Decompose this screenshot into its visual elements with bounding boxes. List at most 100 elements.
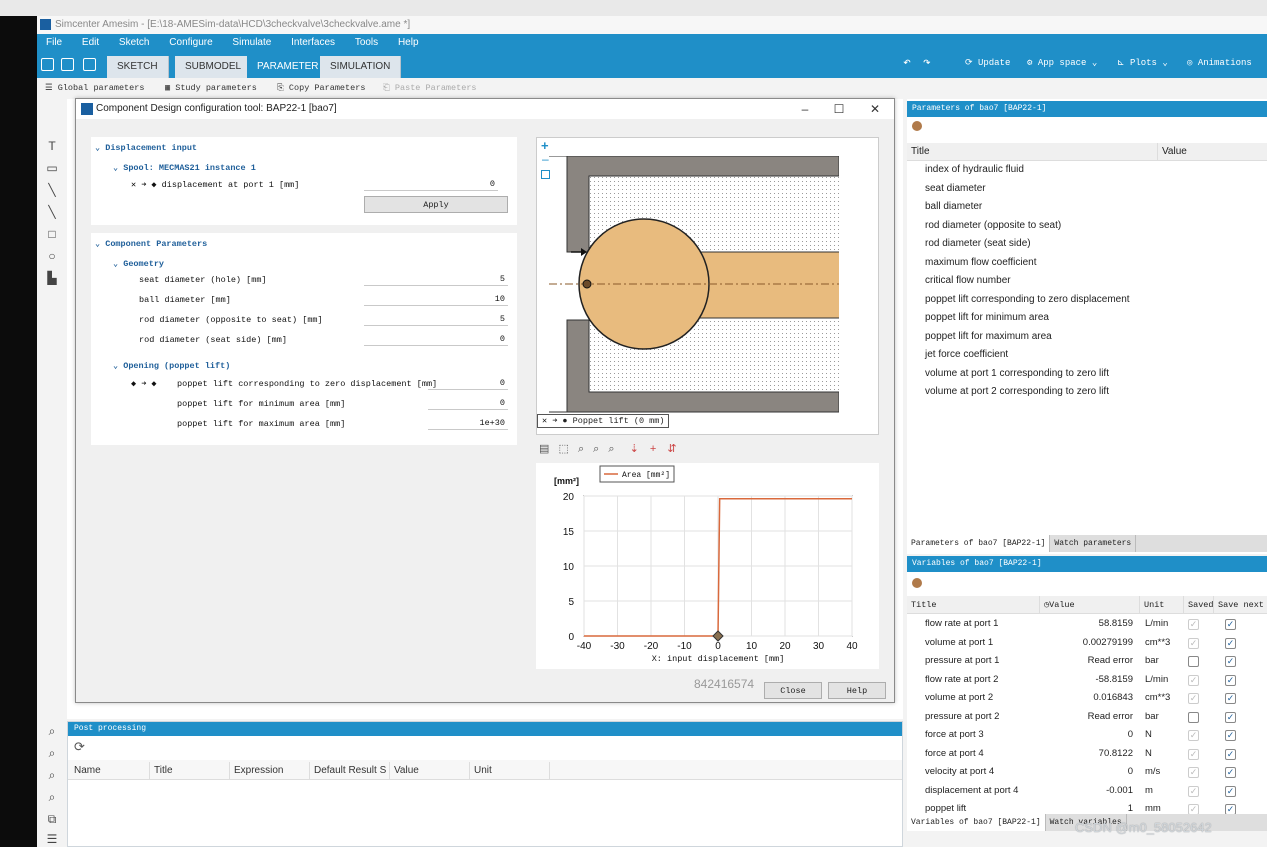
zoom-out-icon[interactable]: ⌕ (45, 768, 59, 782)
parameter-item[interactable]: poppet lift corresponding to zero displa… (925, 294, 1130, 305)
variable-row[interactable]: velocity at port 4 0 m/s ✓ ✓ (907, 763, 1267, 782)
copy-parameters-button[interactable]: ⎘ Copy Parameters (277, 78, 365, 99)
zoom-out-icon[interactable]: ⌕ (608, 443, 614, 455)
component-parameters-header[interactable]: ⌄ Component Parameters (95, 239, 207, 249)
text-tool-icon[interactable]: T (45, 139, 59, 153)
saved-checkbox[interactable]: ✓ (1188, 767, 1199, 778)
apply-button[interactable]: Apply (364, 196, 508, 213)
zoom-in-sketch-icon[interactable]: + (541, 138, 549, 153)
minimize-icon[interactable]: – (788, 99, 822, 119)
image-tool-icon[interactable]: ▭ (45, 161, 59, 175)
menu-simulate[interactable]: Simulate (232, 34, 271, 52)
variable-row[interactable]: force at port 4 70.8122 N ✓ ✓ (907, 745, 1267, 764)
variable-row[interactable]: volume at port 1 0.00279199 cm**3 ✓ ✓ (907, 634, 1267, 653)
layers-icon[interactable]: ⧉ (45, 812, 59, 826)
undo-icon[interactable]: ↶ (903, 55, 911, 70)
align-tool-icon[interactable]: ▙ (45, 271, 59, 285)
parameter-item[interactable]: volume at port 1 corresponding to zero l… (925, 368, 1109, 379)
saved-checkbox[interactable]: ✓ (1188, 637, 1199, 649)
save-next-checkbox[interactable]: ✓ (1225, 785, 1236, 797)
save-next-checkbox[interactable]: ✓ (1225, 674, 1236, 686)
plots-button[interactable]: ⊾ Plots ⌄ (1117, 58, 1168, 68)
crosshair-icon[interactable]: + (650, 443, 656, 455)
menu-edit[interactable]: Edit (82, 34, 99, 52)
variable-row[interactable]: flow rate at port 1 58.8159 L/min ✓ ✓ (907, 615, 1267, 634)
study-parameters-button[interactable]: ▦ Study parameters (165, 78, 257, 99)
paste-parameters-button[interactable]: ⎗ Paste Parameters (383, 78, 477, 99)
saved-checkbox[interactable] (1188, 711, 1199, 723)
save-next-checkbox[interactable]: ✓ (1225, 619, 1236, 630)
marker-icon[interactable]: ⇣ (630, 443, 639, 455)
maximize-icon[interactable]: ☐ (822, 99, 856, 119)
variable-row[interactable]: flow rate at port 2 -58.8159 L/min ✓ ✓ (907, 671, 1267, 690)
variable-row[interactable]: pressure at port 2 Read error bar ✓ (907, 708, 1267, 727)
zoom-out-sketch-icon[interactable]: – (542, 152, 549, 166)
multi-marker-icon[interactable]: ⇵ (667, 443, 676, 455)
save-next-checkbox[interactable]: ✓ (1225, 637, 1236, 649)
opening-header[interactable]: ⌄ Opening (poppet lift) (113, 361, 230, 371)
parameter-item[interactable]: rod diameter (opposite to seat) (925, 220, 1061, 231)
variable-row[interactable]: pressure at port 1 Read error bar ✓ (907, 652, 1267, 671)
parameter-item[interactable]: jet force coefficient (925, 349, 1008, 360)
tab-parameters-of-bao7[interactable]: Parameters of bao7 [BAP22-1] (907, 535, 1051, 552)
saved-checkbox[interactable]: ✓ (1188, 619, 1199, 630)
arrow-tool-icon[interactable]: ╲ (45, 205, 59, 219)
parameter-item[interactable]: critical flow number (925, 275, 1011, 286)
spool-header[interactable]: ⌄ Spool: MECMAS21 instance 1 (113, 163, 256, 173)
ellipse-tool-icon[interactable]: ○ (45, 249, 59, 263)
zoom-fit-icon[interactable]: ⌕ (45, 790, 59, 804)
parameter-item[interactable]: ball diameter (925, 201, 982, 212)
displacement-input-header[interactable]: ⌄ Displacement input (95, 143, 197, 153)
tab-watch-parameters[interactable]: Watch parameters (1050, 535, 1137, 552)
tab-simulation[interactable]: SIMULATION (320, 56, 402, 78)
parameter-item[interactable]: volume at port 2 corresponding to zero l… (925, 386, 1109, 397)
saved-checkbox[interactable]: ✓ (1188, 674, 1199, 686)
table-icon[interactable]: ▤ (539, 443, 549, 455)
saved-checkbox[interactable] (1188, 656, 1199, 667)
geometry-value-field[interactable]: 10 (364, 292, 508, 306)
save-next-checkbox[interactable]: ✓ (1225, 656, 1236, 667)
parameter-item[interactable]: seat diameter (925, 183, 986, 194)
list-icon[interactable]: ☰ (45, 832, 59, 846)
save-icon[interactable] (83, 58, 96, 71)
zoom-icon[interactable]: ⌕ (45, 724, 59, 738)
refresh-icon[interactable]: ⟳ (74, 739, 85, 755)
save-next-checkbox[interactable]: ✓ (1225, 693, 1236, 704)
variable-row[interactable]: force at port 3 0 N ✓ ✓ (907, 726, 1267, 745)
redo-icon[interactable]: ↷ (923, 55, 931, 70)
variable-row[interactable]: volume at port 2 0.016843 cm**3 ✓ ✓ (907, 689, 1267, 708)
displacement-port1-field[interactable]: 0 (364, 177, 498, 191)
geometry-value-field[interactable]: 5 (364, 272, 508, 286)
opening-value-field[interactable]: 0 (428, 396, 508, 410)
close-icon[interactable]: ✕ (858, 99, 892, 119)
help-button[interactable]: Help (828, 682, 886, 699)
parameter-item[interactable]: poppet lift for maximum area (925, 331, 1052, 342)
tab-parameter[interactable]: PARAMETER (247, 56, 330, 78)
update-button[interactable]: ⟳ Update (965, 58, 1010, 68)
saved-checkbox[interactable]: ✓ (1188, 693, 1199, 704)
menu-interfaces[interactable]: Interfaces (291, 34, 335, 52)
saved-checkbox[interactable]: ✓ (1188, 785, 1199, 797)
app-space-button[interactable]: ⚙ App space ⌄ (1027, 58, 1097, 68)
close-button[interactable]: Close (764, 682, 822, 699)
save-next-checkbox[interactable]: ✓ (1225, 767, 1236, 778)
select-icon[interactable]: ⬚ (558, 443, 568, 455)
global-parameters-button[interactable]: ☰ Global parameters (45, 78, 144, 99)
open-folder-icon[interactable] (61, 58, 74, 71)
variable-row[interactable]: displacement at port 4 -0.001 m ✓ ✓ (907, 782, 1267, 801)
geometry-value-field[interactable]: 0 (364, 332, 508, 346)
line-tool-icon[interactable]: ╲ (45, 183, 59, 197)
rectangle-tool-icon[interactable]: □ (45, 227, 59, 241)
zoom-in-icon[interactable]: ⌕ (45, 746, 59, 760)
save-next-checkbox[interactable]: ✓ (1225, 730, 1236, 741)
menu-sketch[interactable]: Sketch (119, 34, 150, 52)
opening-value-field[interactable]: 1e+30 (428, 416, 508, 430)
save-next-checkbox[interactable]: ✓ (1225, 748, 1236, 760)
zoom-icon[interactable]: ⌕ (578, 443, 584, 455)
save-next-checkbox[interactable]: ✓ (1225, 711, 1236, 723)
geometry-value-field[interactable]: 5 (364, 312, 508, 326)
new-file-icon[interactable] (41, 58, 54, 71)
menu-file[interactable]: File (46, 34, 62, 52)
menu-tools[interactable]: Tools (355, 34, 378, 52)
menu-help[interactable]: Help (398, 34, 419, 52)
